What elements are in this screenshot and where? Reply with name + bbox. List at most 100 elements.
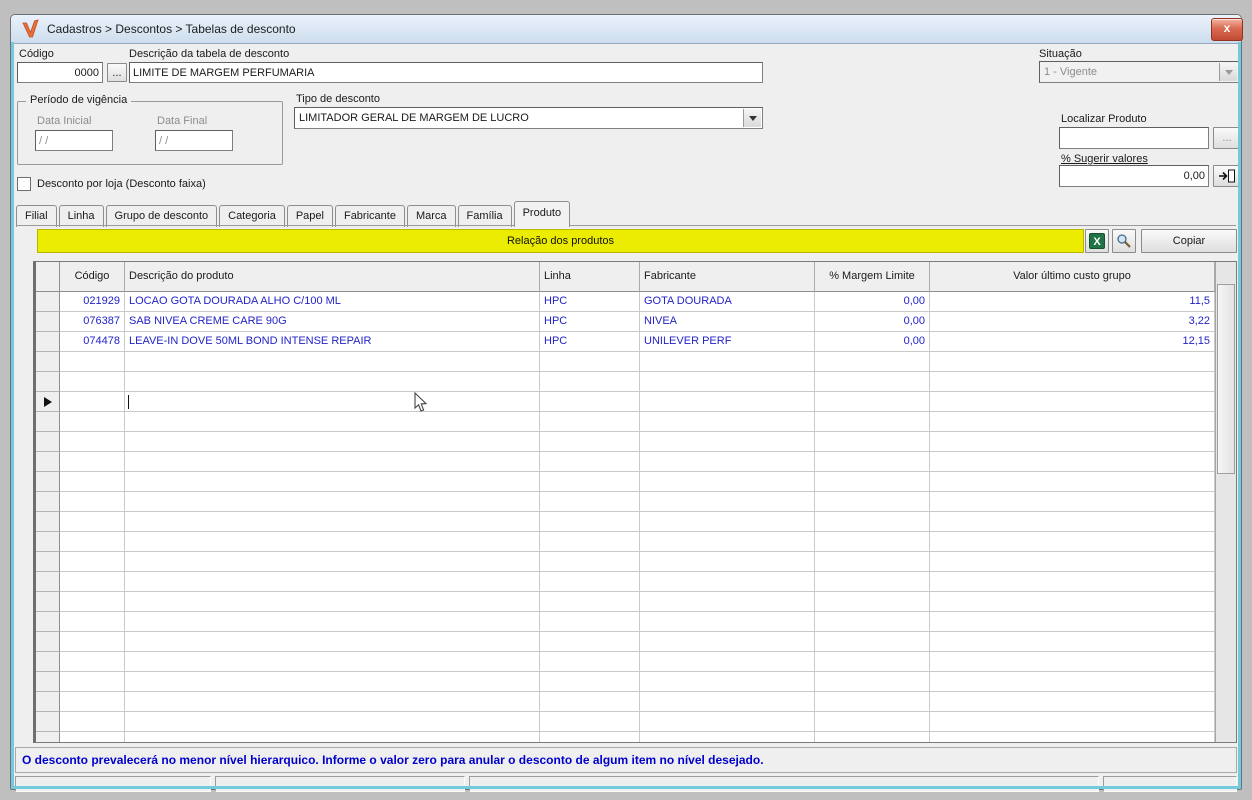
grid-cell-fabricante[interactable]: NIVEA — [640, 312, 815, 332]
situacao-select[interactable]: 1 - Vigente — [1039, 61, 1239, 83]
grid-cell-margem[interactable] — [815, 492, 930, 512]
table-row[interactable] — [36, 552, 1236, 572]
grid-cell-fabricante[interactable] — [640, 432, 815, 452]
table-row[interactable] — [36, 472, 1236, 492]
table-row[interactable]: 021929LOCAO GOTA DOURADA ALHO C/100 MLHP… — [36, 292, 1236, 312]
grid-cell-codigo[interactable] — [60, 592, 125, 612]
close-button[interactable]: x — [1211, 18, 1243, 41]
grid-cell-descricao[interactable] — [125, 392, 540, 412]
table-row[interactable]: 076387SAB NIVEA CREME CARE 90GHPCNIVEA0,… — [36, 312, 1236, 332]
table-row[interactable]: 074478LEAVE-IN DOVE 50ML BOND INTENSE RE… — [36, 332, 1236, 352]
grid-cell-margem[interactable] — [815, 632, 930, 652]
grid-cell-custo[interactable] — [930, 732, 1215, 742]
table-row[interactable] — [36, 652, 1236, 672]
grid-cell-codigo[interactable] — [60, 572, 125, 592]
grid-cell-fabricante[interactable] — [640, 652, 815, 672]
grid-cell-descricao[interactable]: SAB NIVEA CREME CARE 90G — [125, 312, 540, 332]
tab-linha[interactable]: Linha — [59, 205, 104, 227]
situacao-dropdown-button[interactable] — [1219, 63, 1237, 81]
row-selector-cell[interactable] — [36, 552, 60, 572]
grid-cell-codigo[interactable] — [60, 712, 125, 732]
grid-cell-custo[interactable] — [930, 672, 1215, 692]
row-selector-cell[interactable] — [36, 432, 60, 452]
tab-papel[interactable]: Papel — [287, 205, 333, 227]
grid-cell-linha[interactable] — [540, 372, 640, 392]
table-row[interactable] — [36, 692, 1236, 712]
grid-cell-linha[interactable] — [540, 692, 640, 712]
grid-cell-custo[interactable]: 11,5 — [930, 292, 1215, 312]
row-selector-cell[interactable] — [36, 732, 60, 742]
row-selector-cell[interactable] — [36, 512, 60, 532]
grid-cell-linha[interactable] — [540, 352, 640, 372]
grid-cell-descricao[interactable] — [125, 532, 540, 552]
grid-cell-margem[interactable]: 0,00 — [815, 312, 930, 332]
tab-fabricante[interactable]: Fabricante — [335, 205, 405, 227]
grid-cell-fabricante[interactable] — [640, 692, 815, 712]
tab-marca[interactable]: Marca — [407, 205, 456, 227]
grid-cell-codigo[interactable] — [60, 672, 125, 692]
grid-cell-codigo[interactable] — [60, 432, 125, 452]
grid-cell-margem[interactable] — [815, 612, 930, 632]
grid-cell-linha[interactable] — [540, 472, 640, 492]
row-selector-cell[interactable] — [36, 492, 60, 512]
grid-cell-fabricante[interactable] — [640, 672, 815, 692]
data-final-input[interactable] — [155, 130, 233, 151]
tipo-desconto-dropdown-button[interactable] — [743, 109, 761, 127]
grid-cell-codigo[interactable] — [60, 412, 125, 432]
grid-cell-fabricante[interactable] — [640, 452, 815, 472]
grid-cell-margem[interactable] — [815, 712, 930, 732]
grid-cell-linha[interactable] — [540, 632, 640, 652]
grid-cell-margem[interactable] — [815, 532, 930, 552]
grid-cell-margem[interactable] — [815, 512, 930, 532]
grid-cell-codigo[interactable] — [60, 492, 125, 512]
grid-cell-margem[interactable] — [815, 412, 930, 432]
sugerir-valores-input[interactable] — [1059, 165, 1209, 187]
table-row[interactable] — [36, 732, 1236, 742]
grid-cell-custo[interactable] — [930, 532, 1215, 552]
grid-cell-custo[interactable]: 3,22 — [930, 312, 1215, 332]
grid-cell-custo[interactable] — [930, 472, 1215, 492]
grid-cell-custo[interactable] — [930, 412, 1215, 432]
row-selector-cell[interactable] — [36, 312, 60, 332]
table-row[interactable] — [36, 532, 1236, 552]
table-row[interactable] — [36, 392, 1236, 412]
grid-cell-codigo[interactable] — [60, 552, 125, 572]
grid-cell-descricao[interactable] — [125, 492, 540, 512]
grid-cell-custo[interactable] — [930, 492, 1215, 512]
grid-cell-descricao[interactable] — [125, 572, 540, 592]
data-inicial-input[interactable] — [35, 130, 113, 151]
grid-cell-custo[interactable] — [930, 652, 1215, 672]
table-row[interactable] — [36, 632, 1236, 652]
grid-cell-descricao[interactable] — [125, 432, 540, 452]
grid-cell-linha[interactable] — [540, 512, 640, 532]
grid-cell-custo[interactable] — [930, 392, 1215, 412]
row-selector-cell[interactable] — [36, 592, 60, 612]
grid-cell-codigo[interactable]: 021929 — [60, 292, 125, 312]
grid-cell-fabricante[interactable] — [640, 572, 815, 592]
grid-cell-descricao[interactable] — [125, 372, 540, 392]
table-row[interactable] — [36, 352, 1236, 372]
grid-cell-custo[interactable] — [930, 452, 1215, 472]
grid-cell-linha[interactable] — [540, 432, 640, 452]
row-selector-cell[interactable] — [36, 572, 60, 592]
grid-cell-custo[interactable] — [930, 512, 1215, 532]
grid-cell-fabricante[interactable] — [640, 532, 815, 552]
grid-cell-margem[interactable] — [815, 592, 930, 612]
grid-cell-descricao[interactable] — [125, 592, 540, 612]
grid-cell-descricao[interactable] — [125, 692, 540, 712]
grid-cell-descricao[interactable]: LEAVE-IN DOVE 50ML BOND INTENSE REPAIR — [125, 332, 540, 352]
grid-cell-linha[interactable] — [540, 732, 640, 742]
grid-cell-fabricante[interactable]: GOTA DOURADA — [640, 292, 815, 312]
grid-cell-linha[interactable] — [540, 392, 640, 412]
grid-cell-linha[interactable] — [540, 552, 640, 572]
grid-cell-custo[interactable] — [930, 632, 1215, 652]
grid-cell-fabricante[interactable] — [640, 472, 815, 492]
grid-cell-fabricante[interactable]: UNILEVER PERF — [640, 332, 815, 352]
grid-cell-fabricante[interactable] — [640, 512, 815, 532]
grid-cell-fabricante[interactable] — [640, 352, 815, 372]
grid-cell-linha[interactable] — [540, 592, 640, 612]
table-row[interactable] — [36, 512, 1236, 532]
grid-cell-descricao[interactable] — [125, 612, 540, 632]
grid-cell-codigo[interactable]: 074478 — [60, 332, 125, 352]
row-selector-cell[interactable] — [36, 672, 60, 692]
